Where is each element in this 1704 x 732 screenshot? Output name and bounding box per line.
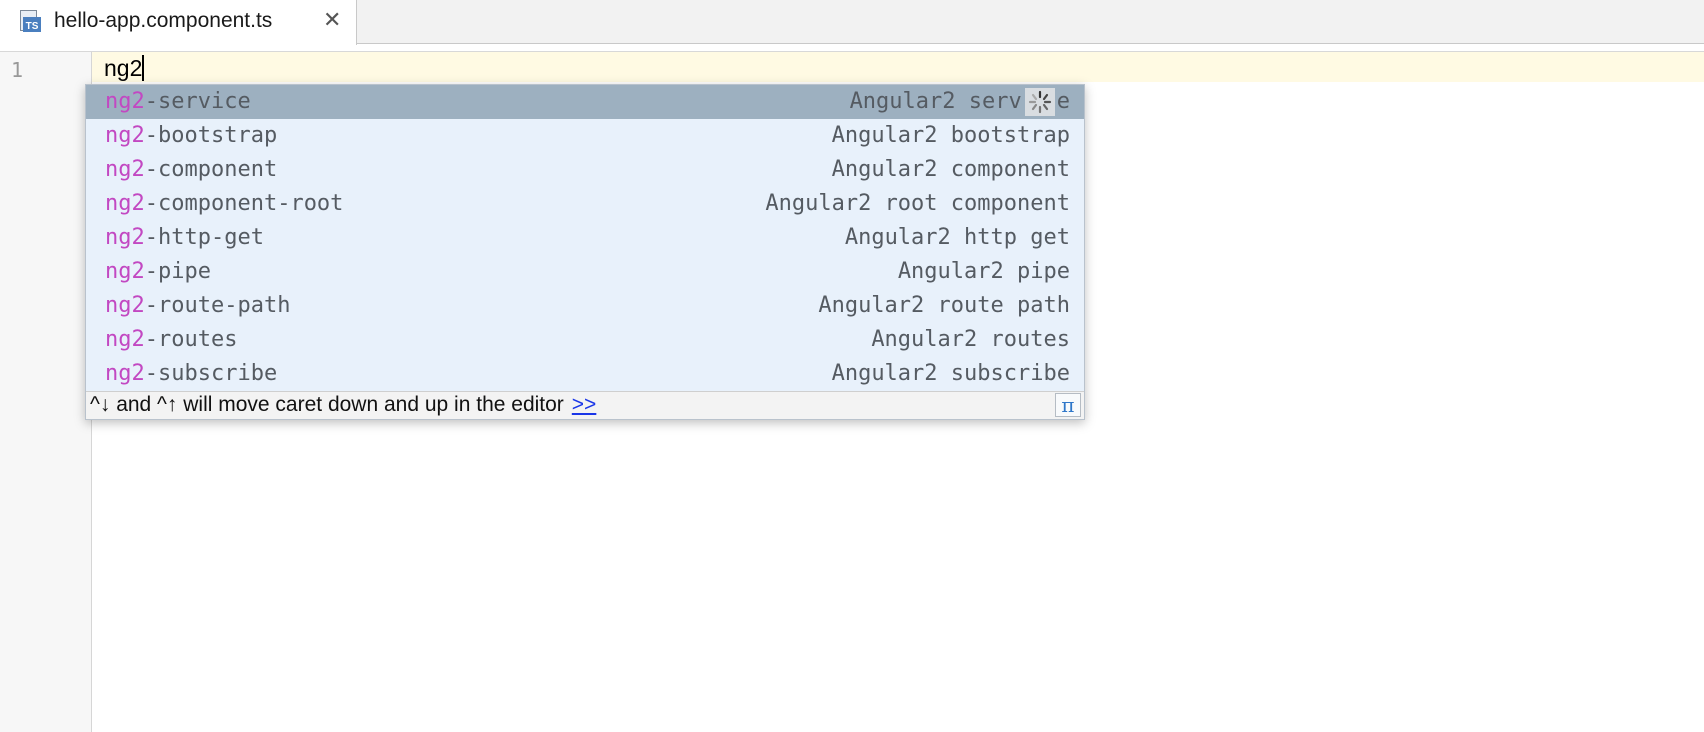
completion-popup: ng2-service Angular2 serv e ng2-bootstrap… (85, 84, 1085, 420)
completion-item-description: Angular2 route path (818, 293, 1070, 318)
completion-item[interactable]: ng2-bootstrap Angular2 bootstrap (86, 119, 1084, 153)
completion-item-description: Angular2 pipe (897, 259, 1070, 284)
match-prefix: ng2 (105, 293, 145, 318)
completion-item[interactable]: ng2-component-root Angular2 root compone… (86, 187, 1084, 221)
typed-text: ng2 (104, 55, 143, 81)
editor-tab-bar: TS hello-app.component.ts ✕ (0, 0, 1704, 45)
match-prefix: ng2 (105, 225, 145, 250)
completion-item-name: ng2-http-get (105, 225, 264, 250)
match-prefix: ng2 (105, 89, 145, 114)
match-prefix: ng2 (105, 123, 145, 148)
tab-label: hello-app.component.ts (54, 9, 273, 32)
spinner-icon (1025, 88, 1055, 116)
completion-item-name: ng2-service (105, 89, 251, 114)
pi-icon[interactable]: π (1055, 393, 1081, 417)
line-number: 1 (11, 58, 24, 82)
match-prefix: ng2 (105, 361, 145, 386)
completion-item[interactable]: ng2-service Angular2 serv e (86, 85, 1084, 119)
completion-item[interactable]: ng2-route-path Angular2 route path (86, 289, 1084, 323)
completion-item-description: Angular2 routes (871, 327, 1070, 352)
completion-item-description: Angular2 subscribe (831, 361, 1070, 386)
typescript-file-icon: TS (20, 10, 41, 32)
tab-hello-app-component[interactable]: TS hello-app.component.ts ✕ (0, 0, 357, 45)
text-caret (142, 55, 145, 81)
svg-text:TS: TS (26, 21, 39, 32)
completion-item-name: ng2-route-path (105, 293, 291, 318)
match-prefix: ng2 (105, 259, 145, 284)
completion-item-name: ng2-bootstrap (105, 123, 278, 148)
match-prefix: ng2 (105, 157, 145, 182)
completion-item-name: ng2-component (105, 157, 278, 182)
completion-item-description: Angular2 root component (765, 191, 1070, 216)
completion-item[interactable]: ng2-component Angular2 component (86, 153, 1084, 187)
completion-popup-footer: ^↓ and ^↑ will move caret down and up in… (86, 391, 1084, 419)
completion-item-name: ng2-routes (105, 327, 238, 352)
code-line-1[interactable]: ng2 (104, 55, 145, 82)
footer-hint: ^↓ and ^↑ will move caret down and up in… (90, 393, 597, 416)
completion-item-name: ng2-component-root (105, 191, 344, 216)
match-prefix: ng2 (105, 327, 145, 352)
match-prefix: ng2 (105, 191, 145, 216)
completion-item-name: ng2-subscribe (105, 361, 278, 386)
completion-item-description: Angular2 component (831, 157, 1070, 182)
ide-window: TS hello-app.component.ts ✕ 1 ng2 ng2-se… (0, 0, 1704, 732)
completion-item[interactable]: ng2-pipe Angular2 pipe (86, 255, 1084, 289)
completion-item-description: Angular2 http get (844, 225, 1070, 250)
completion-item-name: ng2-pipe (105, 259, 211, 284)
footer-more-link[interactable]: >> (572, 393, 597, 416)
line-number-gutter (0, 52, 92, 732)
completion-item[interactable]: ng2-http-get Angular2 http get (86, 221, 1084, 255)
completion-item[interactable]: ng2-subscribe Angular2 subscribe (86, 357, 1084, 391)
close-icon[interactable]: ✕ (323, 8, 341, 33)
current-line-highlight (92, 52, 1704, 82)
completion-item[interactable]: ng2-routes Angular2 routes (86, 323, 1084, 357)
completion-item-description: Angular2 bootstrap (831, 123, 1070, 148)
